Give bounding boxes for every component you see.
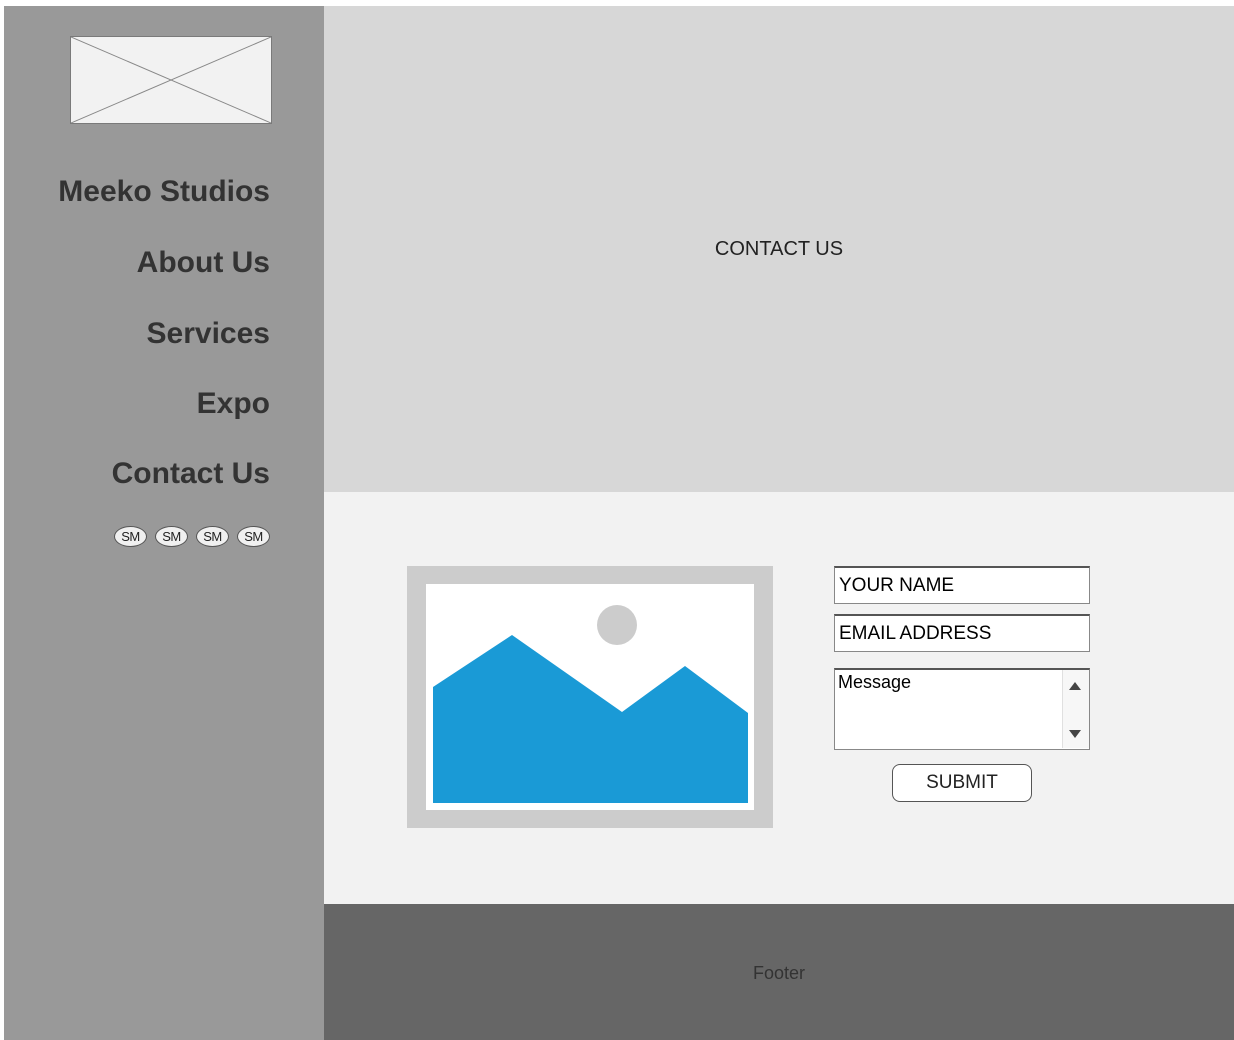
- nav-item-contact-us[interactable]: Contact Us: [10, 456, 270, 492]
- message-box: [834, 668, 1090, 750]
- footer: Footer: [324, 904, 1234, 1040]
- nav-item-services[interactable]: Services: [10, 316, 270, 352]
- social-media-icon[interactable]: SM: [155, 526, 188, 547]
- sidebar: Meeko Studios About Us Services Expo Con…: [4, 6, 324, 1040]
- social-media-icon[interactable]: SM: [196, 526, 229, 547]
- message-scrollbar[interactable]: [1062, 670, 1089, 748]
- social-media-links: SM SM SM SM: [114, 526, 270, 547]
- page: Meeko Studios About Us Services Expo Con…: [4, 6, 1234, 1040]
- logo-placeholder-icon[interactable]: [70, 36, 272, 124]
- footer-text: Footer: [752, 963, 806, 983]
- landscape-image-icon: [426, 584, 754, 810]
- nav-item-expo[interactable]: Expo: [10, 386, 270, 422]
- nav-item-about-us[interactable]: About Us: [10, 245, 270, 281]
- email-field[interactable]: [834, 614, 1090, 652]
- scroll-up-arrow-icon[interactable]: [1069, 682, 1081, 690]
- scroll-down-arrow-icon[interactable]: [1069, 730, 1081, 738]
- main-content: SUBMIT: [324, 492, 1234, 904]
- social-media-icon[interactable]: SM: [237, 526, 270, 547]
- hero-banner: CONTACT US: [324, 6, 1234, 492]
- image-placeholder: [407, 566, 773, 828]
- message-field[interactable]: [835, 670, 1063, 748]
- social-media-icon[interactable]: SM: [114, 526, 147, 547]
- submit-button[interactable]: SUBMIT: [892, 764, 1032, 802]
- name-field[interactable]: [834, 566, 1090, 604]
- page-title: CONTACT US: [714, 238, 844, 260]
- nav-item-meeko-studios[interactable]: Meeko Studios: [10, 174, 270, 210]
